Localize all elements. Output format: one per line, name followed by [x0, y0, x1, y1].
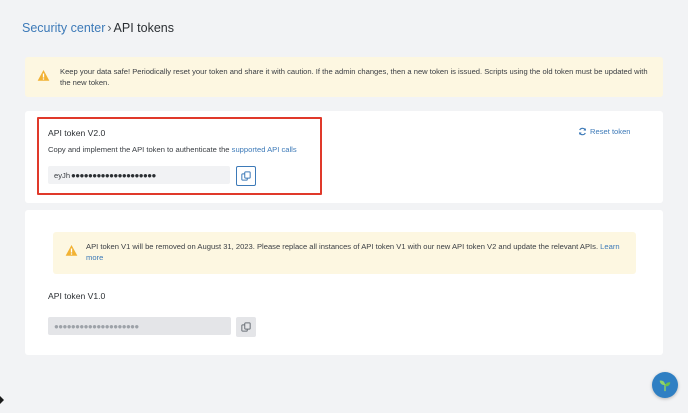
api-token-v2-prefix: eyJh [54, 170, 71, 180]
page: Security center › API tokens Keep your dat… [0, 0, 688, 413]
sprout-icon [659, 380, 671, 392]
breadcrumb: Security center › API tokens [22, 21, 174, 35]
copy-icon [241, 322, 251, 332]
api-token-v1-title: API token V1.0 [48, 291, 106, 301]
api-token-v2-description: Copy and implement the API token to auth… [48, 145, 297, 154]
reset-token-label: Reset token [590, 127, 631, 136]
deprecation-notice-text: API token V1 will be removed on August 3… [86, 241, 626, 263]
copy-token-v1-button[interactable] [236, 317, 256, 337]
breadcrumb-security-center[interactable]: Security center [22, 21, 105, 35]
api-token-v1-field: ●●●●●●●●●●●●●●●●●●●● [48, 317, 231, 335]
api-token-v2-description-text: Copy and implement the API token to auth… [48, 145, 232, 154]
page-title: API tokens [113, 21, 174, 35]
security-warning-text: Keep your data safe! Periodically reset … [60, 67, 648, 87]
api-token-v2-field[interactable]: eyJh ●●●●●●●●●●●●●●●●●●●● [48, 166, 230, 184]
api-token-v1-card: API token V1 will be removed on August 3… [25, 210, 663, 355]
security-warning-banner: Keep your data safe! Periodically reset … [25, 57, 663, 97]
refresh-icon [578, 127, 587, 136]
supported-api-calls-link[interactable]: supported API calls [232, 145, 297, 154]
api-token-v2-mask: ●●●●●●●●●●●●●●●●●●●● [71, 170, 156, 180]
breadcrumb-separator: › [107, 21, 112, 35]
warning-icon [37, 69, 50, 81]
copy-token-v2-button[interactable] [236, 166, 256, 186]
api-token-v2-card: API token V2.0 Copy and implement the AP… [25, 111, 663, 203]
deprecation-notice-message: API token V1 will be removed on August 3… [86, 242, 601, 251]
copy-icon [241, 171, 251, 181]
help-assistant-button[interactable] [652, 372, 678, 398]
warning-icon [65, 244, 78, 256]
api-token-v2-title: API token V2.0 [48, 128, 106, 138]
api-token-v1-mask: ●●●●●●●●●●●●●●●●●●●● [54, 321, 139, 331]
mouse-cursor-icon [0, 396, 4, 404]
reset-token-button[interactable]: Reset token [578, 127, 631, 136]
deprecation-notice-banner: API token V1 will be removed on August 3… [53, 232, 636, 274]
